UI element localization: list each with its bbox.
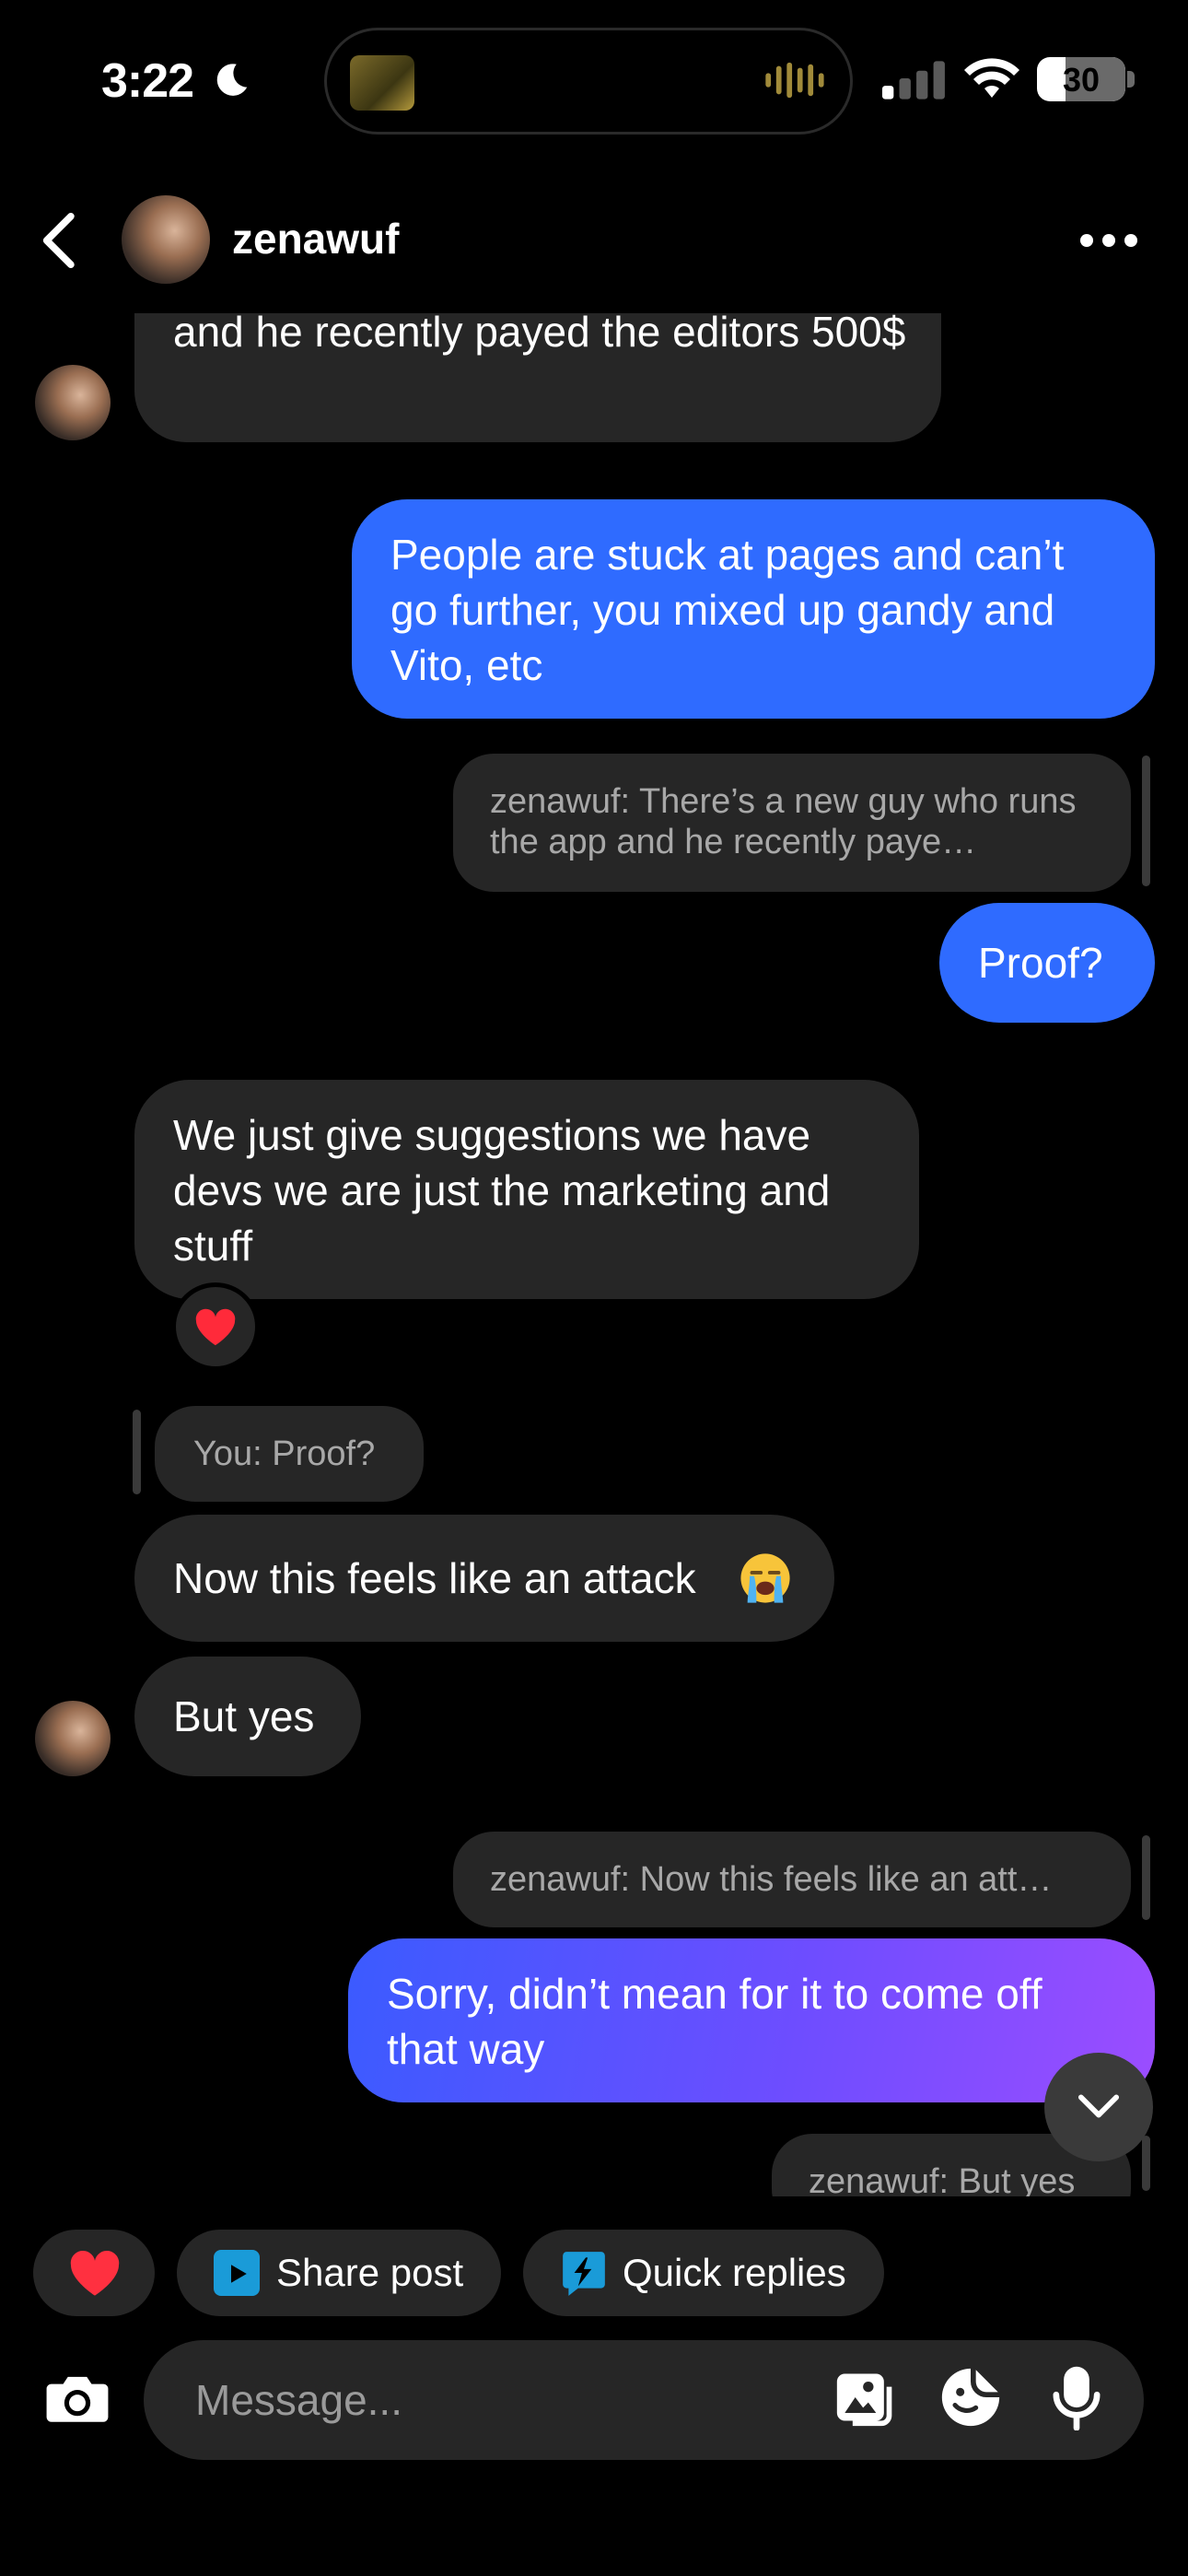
battery-tip: [1127, 71, 1135, 88]
outgoing-message[interactable]: Sorry, didn’t mean for it to come off th…: [348, 1938, 1155, 2102]
incoming-message[interactable]: We just give suggestions we have devs we…: [134, 1080, 919, 1299]
outgoing-message[interactable]: Proof?: [939, 903, 1155, 1023]
message-field[interactable]: [193, 2371, 750, 2429]
like-button[interactable]: [33, 2230, 155, 2316]
scroll-to-bottom-button[interactable]: [1044, 2053, 1153, 2161]
loudly-crying-face-icon: [740, 1553, 790, 1603]
wifi-icon: [964, 58, 1019, 98]
gallery-icon[interactable]: [834, 2366, 897, 2429]
more-options-icon[interactable]: [1079, 225, 1138, 256]
now-playing-artwork[interactable]: [350, 55, 414, 111]
outgoing-message[interactable]: People are stuck at pages and can’t go f…: [352, 499, 1155, 719]
sticker-icon[interactable]: [939, 2366, 1002, 2429]
quick-replies-label: Quick replies: [623, 2251, 846, 2294]
message-text: Now this feels like an attack: [173, 1554, 696, 1602]
contact-avatar-small[interactable]: [35, 1701, 111, 1776]
contact-avatar-small[interactable]: [35, 365, 111, 440]
chevron-down-icon: [1077, 2094, 1120, 2118]
incoming-message[interactable]: But yes: [134, 1657, 361, 1776]
quick-replies-button[interactable]: Quick replies: [523, 2230, 884, 2316]
reply-indicator-bar: [1142, 755, 1150, 886]
reply-preview[interactable]: You: Proof?: [155, 1406, 424, 1502]
contact-name[interactable]: zenawuf: [232, 214, 399, 263]
incoming-message[interactable]: and he recently payed the editors 500$: [134, 308, 941, 442]
signal-icon: [882, 61, 945, 100]
battery-level: 30: [1062, 61, 1101, 99]
moon-icon: [216, 64, 248, 96]
incoming-message[interactable]: Now this feels like an attack: [134, 1515, 834, 1642]
microphone-icon[interactable]: [1050, 2364, 1103, 2430]
back-arrow-icon[interactable]: [37, 212, 83, 269]
contact-avatar[interactable]: [122, 195, 210, 284]
camera-icon[interactable]: [44, 2370, 111, 2427]
reply-indicator-bar: [1142, 2136, 1150, 2191]
reply-indicator-bar: [1142, 1835, 1150, 1920]
play-icon: [214, 2250, 260, 2296]
chat-bottom-edge: [0, 2196, 1188, 2230]
reply-indicator-bar: [133, 1410, 141, 1494]
heart-reaction[interactable]: [171, 1282, 260, 1371]
battery-indicator: 30: [1037, 57, 1125, 101]
share-post-button[interactable]: Share post: [177, 2230, 501, 2316]
heart-icon: [70, 2250, 120, 2296]
heart-icon: [195, 1308, 236, 1346]
message-text: and he recently payed the editors 500$: [173, 308, 906, 356]
reply-preview[interactable]: zenawuf: There’s a new guy who runs the …: [453, 754, 1131, 892]
status-time: 3:22: [101, 54, 194, 108]
audio-waveform-icon: [765, 62, 824, 99]
share-post-label: Share post: [276, 2251, 464, 2294]
reply-preview[interactable]: zenawuf: Now this feels like an att…: [453, 1832, 1131, 1927]
lightning-bubble-icon: [563, 2252, 605, 2296]
